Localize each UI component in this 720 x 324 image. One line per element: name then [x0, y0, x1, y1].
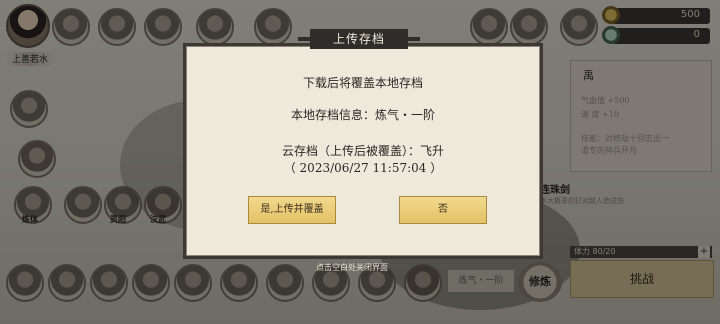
confirm-upload-button[interactable]: 是,上传并覆盖 [248, 196, 336, 224]
close-hint: 点击空白处关闭界面 [316, 263, 388, 272]
dialog-title: 上传存档 [298, 29, 420, 49]
dialog-message-overwrite: 下载后将覆盖本地存档 [302, 76, 423, 90]
dialog-message-timestamp: （ 2023/06/27 11:57:04 ） [283, 161, 443, 175]
upload-save-dialog: 下载后将覆盖本地存档 本地存档信息：炼气・一阶 云存档（上传后被覆盖）：飞升 （… [183, 43, 543, 259]
cancel-button[interactable]: 否 [399, 196, 487, 224]
dialog-message-cloud-save: 云存档（上传后被覆盖）：飞升 [281, 144, 444, 158]
dialog-message-local-save: 本地存档信息：炼气・一阶 [290, 108, 435, 122]
